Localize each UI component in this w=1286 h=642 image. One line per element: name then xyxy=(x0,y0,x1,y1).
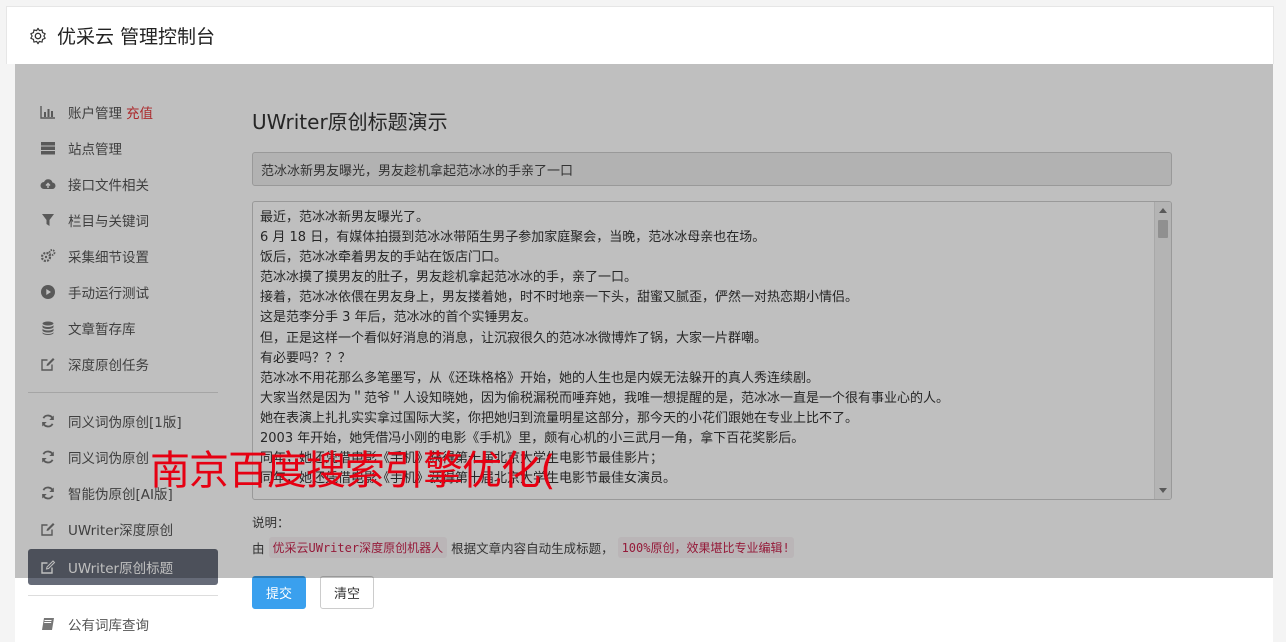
sidebar-item-account[interactable]: 账户管理 充值 xyxy=(28,94,218,130)
article-line: 接着，范冰冰依偎在男友身上，男友搂着她，时不时地亲一下头，甜蜜又腻歪，俨然一对热… xyxy=(260,290,859,306)
sidebar-item-sites[interactable]: 站点管理 xyxy=(28,130,218,166)
sidebar-item-uwriter-original-title[interactable]: UWriter原创标题 xyxy=(28,549,218,585)
article-line: 她在表演上扎扎实实拿过国际大奖，你把她归到流量明星这部分，那今天的小花们跟她在专… xyxy=(260,410,859,426)
sidebar-item-article-storage[interactable]: 文章暂存库 xyxy=(28,310,218,346)
explain-text: 由 优采云UWriter深度原创机器人 根据文章内容自动生成标题， 100%原创… xyxy=(252,537,794,558)
sidebar-item-interface-files[interactable]: 接口文件相关 xyxy=(28,166,218,202)
sidebar: 账户管理 充值 站点管理 接口文件相关 栏目与关键词 采集细节设置 手动运行测试… xyxy=(28,94,218,642)
article-line: 但，正是这样一个看似好消息的消息，让沉寂很久的范冰冰微博炸了锅，大家一片群嘲。 xyxy=(260,330,768,346)
sidebar-item-label: 同义词伪原创[1版] xyxy=(68,415,182,431)
article-line: 6 月 18 日，有媒体拍摄到范冰冰带陌生男子参加家庭聚会，当晚，范冰冰母亲也在… xyxy=(260,230,766,246)
watermark-text: 南京百度搜索引擎优化( xyxy=(150,448,556,494)
sidebar-item-uwriter-deep-original[interactable]: UWriter深度原创 xyxy=(28,511,218,547)
article-line: 饭后，范冰冰牵着男友的手站在饭店门口。 xyxy=(260,250,508,266)
console-title: 优采云 管理控制台 xyxy=(57,26,216,48)
server-icon xyxy=(38,140,58,156)
explain-prefix: 由 xyxy=(252,541,265,556)
submit-button[interactable]: 提交 xyxy=(252,576,306,609)
sidebar-item-label: 账户管理 xyxy=(68,106,122,122)
article-line: 有必要吗？？？ xyxy=(260,350,352,366)
sidebar-item-manual-run[interactable]: 手动运行测试 xyxy=(28,274,218,310)
textarea-scrollbar[interactable] xyxy=(1154,202,1171,499)
sidebar-item-label: 接口文件相关 xyxy=(68,178,149,194)
explain-label: 说明： xyxy=(252,515,290,530)
explain-middle: 根据文章内容自动生成标题， xyxy=(451,541,614,556)
sidebar-divider xyxy=(28,595,218,596)
explanation: 说明： 由 优采云UWriter深度原创机器人 根据文章内容自动生成标题， 10… xyxy=(252,512,794,558)
article-line: 范冰冰摸了摸男友的肚子，男友趁机拿起范冰冰的手，亲了一口。 xyxy=(260,270,638,286)
scrollbar-thumb[interactable] xyxy=(1158,220,1168,238)
sidebar-item-label: UWriter原创标题 xyxy=(68,561,174,577)
sidebar-item-label: 站点管理 xyxy=(68,142,122,158)
sidebar-item-synonym-v1[interactable]: 同义词伪原创[1版] xyxy=(28,403,218,439)
recharge-link[interactable]: 充值 xyxy=(126,102,153,122)
sidebar-item-label: 手动运行测试 xyxy=(68,286,149,302)
filter-icon xyxy=(38,212,58,228)
refresh-icon xyxy=(38,449,58,465)
article-line: 大家当然是因为＂范爷＂人设知晓她，因为偷税漏税而唾弃她，我唯一想提醒的是，范冰冰… xyxy=(260,390,950,406)
sidebar-item-label: 公有词库查询 xyxy=(68,618,149,634)
bar-chart-icon xyxy=(38,104,58,120)
sidebar-item-label: 栏目与关键词 xyxy=(68,214,149,230)
title-field[interactable]: 范冰冰新男友曝光，男友趁机拿起范冰冰的手亲了一口 xyxy=(252,152,1172,186)
gear-icon xyxy=(30,27,46,44)
scroll-down-arrow-icon[interactable] xyxy=(1159,488,1167,493)
edit-icon xyxy=(38,521,58,537)
top-bar: 优采云 管理控制台 xyxy=(6,6,1274,64)
clear-button[interactable]: 清空 xyxy=(320,576,374,609)
play-circle-icon xyxy=(38,284,58,300)
robot-name-code: 优采云UWriter深度原创机器人 xyxy=(268,537,448,558)
sidebar-item-collect-settings[interactable]: 采集细节设置 xyxy=(28,238,218,274)
sidebar-item-label: 深度原创任务 xyxy=(68,358,149,374)
main-content: UWriter原创标题演示 范冰冰新男友曝光，男友趁机拿起范冰冰的手亲了一口 最… xyxy=(252,100,1172,609)
refresh-icon xyxy=(38,485,58,501)
gears-icon xyxy=(38,248,58,264)
refresh-icon xyxy=(38,413,58,429)
article-line: 这是范李分手 3 年后，范冰冰的首个实锤男友。 xyxy=(260,310,537,326)
sidebar-divider xyxy=(28,392,218,393)
article-line: 最近，范冰冰新男友曝光了。 xyxy=(260,210,430,225)
cloud-upload-icon xyxy=(38,176,58,192)
sidebar-item-public-lexicon[interactable]: 公有词库查询 xyxy=(28,606,218,642)
page-title: UWriter原创标题演示 xyxy=(252,110,448,134)
original-claim-code: 100%原创，效果堪比专业编辑! xyxy=(617,537,794,558)
sidebar-item-label: UWriter深度原创 xyxy=(68,523,174,539)
action-buttons: 提交 清空 xyxy=(252,576,374,609)
sidebar-item-label: 采集细节设置 xyxy=(68,250,149,266)
sidebar-item-label: 文章暂存库 xyxy=(68,322,136,338)
edit-icon xyxy=(38,356,58,372)
book-icon xyxy=(38,616,58,632)
edit-icon xyxy=(38,559,58,575)
sidebar-item-label: 同义词伪原创 xyxy=(68,451,149,467)
sidebar-item-columns-keywords[interactable]: 栏目与关键词 xyxy=(28,202,218,238)
article-line: 范冰冰不用花那么多笔墨写，从《还珠格格》开始，她的人生也是内娱无法躲开的真人秀连… xyxy=(260,370,820,386)
sidebar-item-deep-original-task[interactable]: 深度原创任务 xyxy=(28,346,218,382)
scroll-up-arrow-icon[interactable] xyxy=(1159,208,1167,213)
database-icon xyxy=(38,320,58,336)
